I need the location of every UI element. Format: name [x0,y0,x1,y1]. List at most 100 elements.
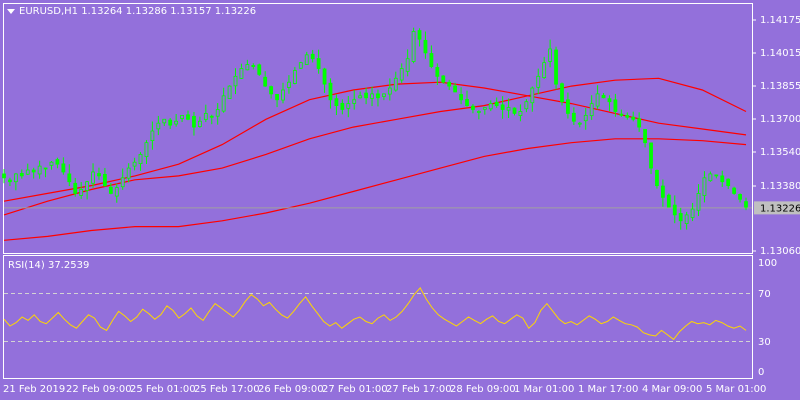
candle-body [738,194,742,200]
candle-body [595,93,600,107]
candle-body [411,31,416,62]
candle-body [79,189,84,196]
time-label: 28 Feb 09:00 [450,384,516,395]
candle-body [162,118,167,124]
time-axis: 21 Feb 2019 22 Feb 09:00 25 Feb 01:00 25… [3,384,766,395]
candle-body [566,99,570,114]
rsi-axis-label: 70 [758,289,771,300]
candle-body [696,193,701,211]
candle-body [382,93,386,97]
time-label: 27 Feb 01:00 [322,384,388,395]
candle-body [435,67,440,77]
time-label: 26 Feb 09:00 [258,384,324,395]
candle-body [209,115,214,118]
candle-body [275,93,279,101]
candle-body [245,64,250,71]
candle-body [684,214,689,224]
rsi-axis-label: 30 [758,337,771,348]
price-label: 1.13060 [760,246,800,257]
candle-body [61,163,66,173]
candle-body [150,130,155,141]
candle-body [459,94,463,101]
candle-body [548,48,553,62]
moving-average-lines [3,77,747,241]
candle-body [203,113,208,120]
candle-body [186,114,190,120]
time-label: 22 Feb 09:00 [66,384,132,395]
candle-body [571,112,576,122]
candle-body [583,114,588,122]
candlestick-series [2,27,748,230]
candle-body [465,99,469,107]
candle-body [334,98,339,107]
time-label: 1 Mar 17:00 [578,384,638,395]
candle-body [25,169,30,175]
candle-body [168,119,173,126]
candle-body [67,173,72,183]
candle-body [114,187,119,197]
candle-body [672,204,677,216]
candle-body [156,122,161,130]
time-label: 25 Feb 01:00 [130,384,196,395]
price-label: 1.14175 [760,15,800,26]
candle-body [631,116,636,120]
candle-body [138,153,143,164]
candle-body [221,95,226,112]
candle-body [340,102,345,110]
candle-body [49,161,54,166]
price-panel[interactable] [3,3,753,254]
candle-body [453,85,458,93]
candle-body [91,171,95,184]
candle-body [192,115,196,128]
time-label: 4 Mar 09:00 [642,384,702,395]
chart-header-title: EURUSD,H1 1.13264 1.13286 1.13157 1.1322… [19,6,256,17]
candle-body [328,82,333,101]
candle-body [666,194,671,208]
candle-body [346,103,351,109]
triangle-down-icon[interactable] [7,9,15,14]
rsi-panel[interactable] [3,255,753,379]
candle-body [613,99,618,112]
candle-body [85,181,90,191]
candle-body [554,49,558,85]
candle-body [655,170,659,187]
rsi-title: RSI(14) 37.2539 [8,260,89,271]
price-label: 1.13380 [760,181,800,192]
candle-body [257,64,262,75]
candle-body [316,58,321,69]
candle-body [13,173,18,183]
candle-body [589,103,594,117]
candle-body [530,87,535,104]
candle-body [447,81,452,87]
candle-body [619,113,624,116]
candle-body [322,68,327,85]
candle-body [227,85,232,99]
candle-body [287,81,291,88]
rsi-axis-label: 0 [758,367,764,378]
moving-average-line [3,81,747,202]
candle-body [660,185,665,198]
candle-body [215,109,220,117]
candle-body [732,187,737,194]
candle-body [292,70,297,84]
price-label: 1.13700 [760,114,800,125]
candle-body [471,105,475,110]
candle-body [637,118,642,128]
candle-body [108,186,113,194]
candle-body [702,177,707,196]
candle-body [714,174,719,177]
candle-body [678,213,683,222]
candle-body [251,65,256,67]
trading-chart[interactable]: EURUSD,H1 1.13264 1.13286 1.13157 1.1322… [0,0,800,400]
candle-body [518,111,523,116]
candle-body [423,39,428,54]
candle-body [120,177,125,188]
candle-body [512,107,517,114]
candle-body [31,169,36,173]
candle-body [310,53,315,60]
candle-body [429,53,434,67]
candle-body [358,95,363,99]
candle-body [500,104,505,110]
candle-body [126,167,131,179]
candle-body [43,167,48,170]
